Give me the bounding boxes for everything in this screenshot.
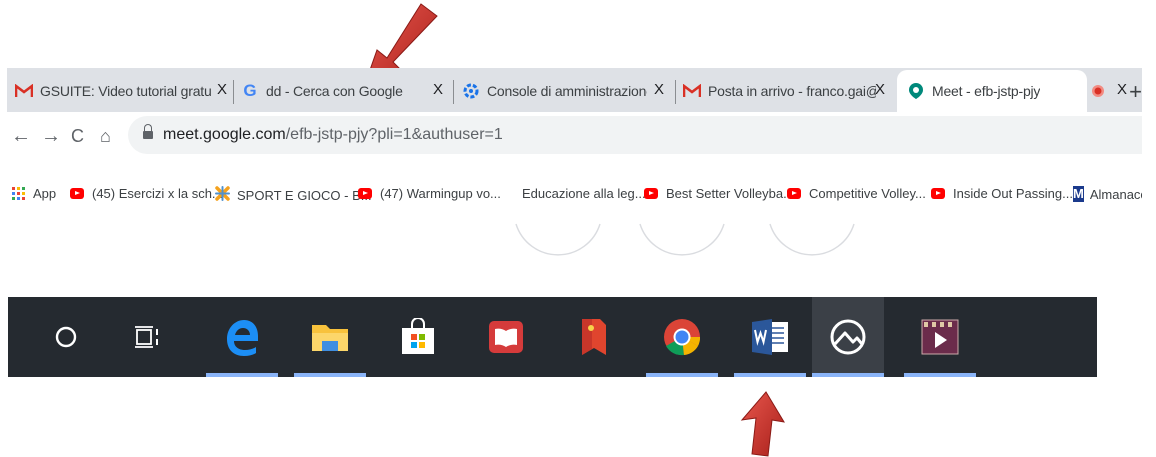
- url-host: meet.google.com: [163, 126, 286, 143]
- tab-recording[interactable]: X: [1089, 74, 1129, 108]
- tab-gmail-inbox[interactable]: Posta in arrivo - franco.gai@ic1ar X: [683, 74, 895, 108]
- gmail-icon: [683, 82, 701, 100]
- tab-admin-console[interactable]: Console di amministrazione X: [462, 74, 674, 108]
- store-button[interactable]: [382, 297, 454, 377]
- bookmark-label: (45) Esercizi x la sch...: [92, 186, 223, 201]
- bookmark-label: Educazione alla leg...: [522, 186, 646, 201]
- active-indicator: [904, 373, 976, 377]
- photos-button[interactable]: [812, 297, 884, 377]
- file-explorer-button[interactable]: [294, 297, 366, 377]
- chrome-icon: [664, 319, 701, 356]
- annotation-arrow-bottom: [740, 391, 785, 457]
- bookmark-competitive-volley[interactable]: Competitive Volley...: [787, 186, 926, 201]
- bookmark-label: SPORT E GIOCO - B...: [237, 187, 372, 203]
- bookmark-warmingup[interactable]: (47) Warmingup vo...: [358, 186, 501, 201]
- reload-button[interactable]: C: [71, 126, 84, 146]
- chrome-button[interactable]: [646, 297, 718, 377]
- tab-google-search[interactable]: G dd - Cerca con Google X: [241, 74, 453, 108]
- bookmark-educazione[interactable]: Educazione alla leg...: [522, 186, 646, 201]
- edge-button[interactable]: [206, 297, 278, 377]
- youtube-icon: [931, 188, 945, 199]
- bookmark-esercizi[interactable]: (45) Esercizi x la sch...: [70, 186, 223, 201]
- joomla-icon: [215, 186, 230, 204]
- bookmark-app-button[interactable]: [558, 297, 630, 377]
- bookmark-inside-out[interactable]: Inside Out Passing...: [931, 186, 1073, 201]
- task-view-icon: [135, 326, 158, 348]
- tab-strip: GSUITE: Video tutorial gratuiti AN X G d…: [7, 68, 1142, 112]
- bookmark-best-setter[interactable]: Best Setter Volleyba...: [644, 186, 794, 201]
- url-path: /efb-jstp-pjy?pli=1&authuser=1: [285, 126, 503, 143]
- admin-console-icon: [462, 82, 480, 100]
- video-editor-icon: [921, 319, 959, 355]
- bookmark-label: (47) Warmingup vo...: [380, 186, 501, 201]
- word-icon: [752, 319, 788, 355]
- close-tab-button[interactable]: X: [1117, 81, 1127, 98]
- cortana-icon: [55, 326, 77, 348]
- active-indicator: [206, 373, 278, 377]
- bookmark-label: Best Setter Volleyba...: [666, 186, 794, 201]
- bookmarks-bar: App (45) Esercizi x la sch... SPORT E GI…: [0, 180, 1142, 210]
- active-indicator: [294, 373, 366, 377]
- google-g-icon: G: [243, 81, 257, 100]
- cortana-button[interactable]: [30, 297, 102, 377]
- photos-icon: [830, 319, 866, 355]
- youtube-icon: [644, 188, 658, 199]
- active-indicator: [734, 373, 806, 377]
- bookmark-app[interactable]: App: [12, 186, 56, 201]
- gmail-icon: [15, 82, 33, 100]
- bookmark-label: Almanacc: [1089, 186, 1142, 202]
- edge-icon: [227, 320, 258, 356]
- toolbar: ← → C ⌂ meet.google.com/efb-jstp-pjy?pli…: [0, 112, 1142, 162]
- tab-title: Console di amministrazione: [487, 83, 647, 99]
- active-indicator: [646, 373, 718, 377]
- close-tab-button[interactable]: X: [433, 81, 443, 98]
- tab-separator: [453, 80, 454, 104]
- active-indicator: [812, 373, 884, 377]
- forward-button[interactable]: →: [41, 126, 61, 146]
- apps-grid-icon: [12, 186, 26, 201]
- lock-icon[interactable]: [143, 124, 153, 141]
- m-logo-icon: M: [1073, 186, 1084, 202]
- bookmark-label: App: [33, 186, 57, 201]
- tab-title: dd - Cerca con Google: [266, 83, 403, 99]
- youtube-icon: [70, 188, 84, 199]
- new-tab-button[interactable]: +: [1129, 79, 1142, 105]
- file-explorer-icon: [312, 325, 348, 351]
- store-icon: [402, 318, 434, 354]
- reader-button[interactable]: [470, 297, 542, 377]
- tab-meet[interactable]: Meet - efb-jstp-pjy: [897, 70, 1087, 112]
- tab-separator: [675, 80, 676, 104]
- meet-loading-arcs: [515, 223, 855, 256]
- tab-title: Posta in arrivo - franco.gai@ic1ar: [708, 83, 876, 99]
- meet-icon: [907, 82, 925, 100]
- youtube-icon: [787, 188, 801, 199]
- tab-title: Meet - efb-jstp-pjy: [932, 83, 1041, 99]
- tab-title: GSUITE: Video tutorial gratuiti AN: [40, 83, 212, 99]
- address-bar[interactable]: meet.google.com/efb-jstp-pjy?pli=1&authu…: [128, 116, 1142, 154]
- tab-gsuite[interactable]: GSUITE: Video tutorial gratuiti AN X: [15, 74, 237, 108]
- bookmark-sport-e-gioco[interactable]: SPORT E GIOCO - B...: [215, 186, 372, 204]
- bookmark-almanacco[interactable]: M Almanacc: [1073, 186, 1142, 202]
- youtube-icon: [358, 188, 372, 199]
- bookmark-label: Competitive Volley...: [809, 186, 926, 201]
- windows-taskbar: [8, 297, 1097, 377]
- reader-icon: [489, 321, 523, 353]
- url-text[interactable]: meet.google.com/efb-jstp-pjy?pli=1&authu…: [163, 126, 503, 144]
- home-button[interactable]: ⌂: [100, 126, 111, 146]
- bookmark-app-icon: [582, 319, 606, 355]
- back-button[interactable]: ←: [11, 126, 31, 146]
- video-editor-button[interactable]: [904, 297, 976, 377]
- close-tab-button[interactable]: X: [217, 81, 227, 98]
- bookmark-label: Inside Out Passing...: [953, 186, 1073, 201]
- close-tab-button[interactable]: X: [654, 81, 664, 98]
- tab-separator: [233, 80, 234, 104]
- task-view-button[interactable]: [112, 297, 184, 377]
- word-button[interactable]: [734, 297, 806, 377]
- recording-icon: [1089, 82, 1107, 100]
- close-tab-button[interactable]: X: [875, 81, 885, 98]
